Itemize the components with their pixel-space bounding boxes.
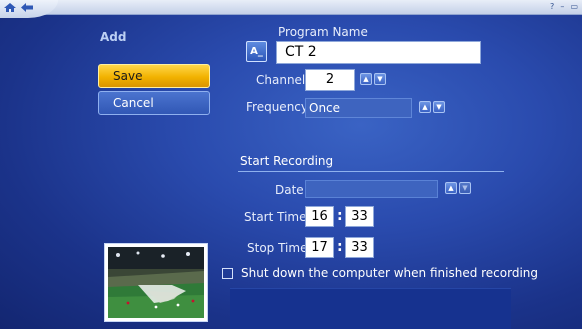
live-tv-thumbnail[interactable]	[104, 243, 208, 322]
channel-input[interactable]: 2	[305, 69, 355, 91]
window-controls: ? – ▭	[550, 2, 578, 12]
windows-media-center-icon[interactable]	[3, 2, 17, 13]
start-time-label: Start Time	[244, 210, 307, 224]
channel-up-button[interactable]: ▲	[360, 73, 372, 85]
shutdown-checkbox[interactable]	[222, 268, 233, 279]
cancel-button[interactable]: Cancel	[98, 91, 210, 115]
restore-button[interactable]: ▭	[570, 2, 578, 12]
title-bar: ? – ▭	[0, 0, 582, 18]
save-button[interactable]: Save	[98, 64, 210, 88]
frequency-label: Frequency	[246, 100, 308, 114]
section-divider	[238, 171, 504, 172]
date-label: Date	[275, 183, 304, 197]
minimize-button[interactable]: –	[560, 2, 564, 12]
start-hour-input[interactable]: 16	[305, 206, 334, 227]
stop-minute-input[interactable]: 33	[345, 237, 374, 258]
back-arrow-icon[interactable]	[20, 2, 34, 13]
frequency-up-button[interactable]: ▲	[419, 101, 431, 113]
start-time-separator: :	[337, 208, 343, 224]
frequency-select[interactable]: Once	[305, 98, 412, 118]
channel-down-button[interactable]: ▼	[374, 73, 386, 85]
start-recording-heading: Start Recording	[240, 154, 334, 168]
program-name-label: Program Name	[278, 25, 368, 39]
tv-preview-image	[108, 247, 204, 318]
stop-time-separator: :	[337, 239, 343, 255]
keyboard-icon[interactable]: A_	[246, 41, 267, 62]
date-up-button[interactable]: ▲	[445, 182, 457, 194]
frequency-down-button[interactable]: ▼	[433, 101, 445, 113]
help-button[interactable]: ?	[550, 2, 554, 12]
shutdown-checkbox-label[interactable]: Shut down the computer when finished rec…	[241, 266, 538, 280]
details-panel	[230, 288, 511, 329]
date-down-button[interactable]: ▼	[459, 182, 471, 194]
page-title: Add	[100, 30, 127, 44]
program-name-input[interactable]: CT 2	[276, 41, 481, 64]
start-minute-input[interactable]: 33	[345, 206, 374, 227]
stop-hour-input[interactable]: 17	[305, 237, 334, 258]
date-field[interactable]	[305, 180, 438, 198]
stop-time-label: Stop Time	[247, 241, 308, 255]
channel-label: Channel	[256, 73, 306, 87]
